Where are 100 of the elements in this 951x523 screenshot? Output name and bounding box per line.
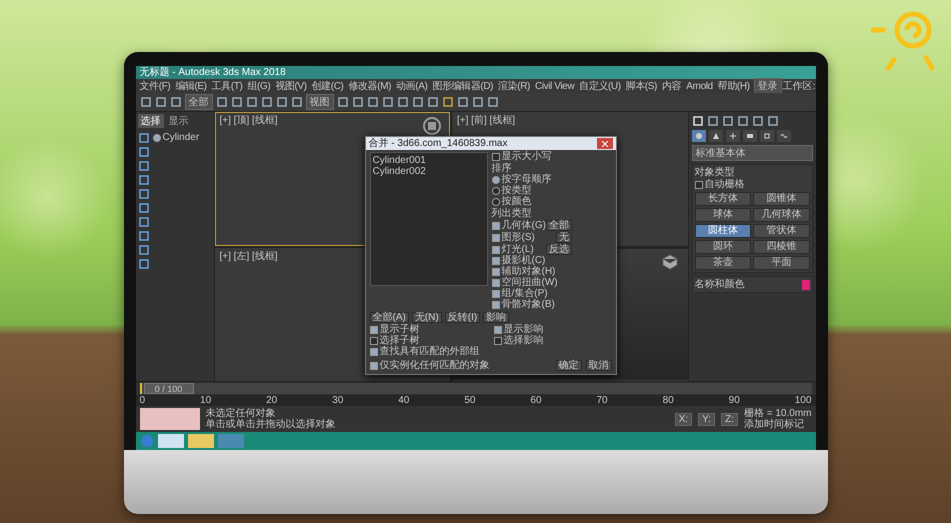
filter-icon[interactable]	[138, 230, 150, 242]
sort-radio[interactable]: 按颜色	[492, 197, 572, 207]
checkbox-icon[interactable]	[370, 348, 378, 356]
checkbox-icon[interactable]	[494, 337, 502, 345]
checkbox-icon[interactable]	[494, 326, 502, 334]
type-checkbox[interactable]: 组/集合(P)	[492, 289, 548, 299]
list-button[interactable]: 全部(A)	[370, 312, 409, 323]
tool-icon[interactable]	[412, 96, 424, 108]
checkbox-icon[interactable]	[492, 290, 500, 298]
filter-icon[interactable]	[138, 188, 150, 200]
type-checkbox[interactable]: 骨骼对象(B)	[492, 300, 555, 310]
tool-icon[interactable]	[486, 96, 498, 108]
option-checkbox[interactable]: 显示影响	[494, 325, 612, 335]
menu-item[interactable]: 创建(C)	[310, 79, 346, 93]
radio-icon[interactable]	[492, 187, 500, 195]
autogrid-checkbox[interactable]: 自动栅格	[694, 180, 810, 190]
primitive-button[interactable]: 几何球体	[753, 208, 810, 222]
tool-icon[interactable]	[706, 115, 718, 127]
checkbox-icon[interactable]	[370, 326, 378, 334]
primitive-button[interactable]: 管状体	[753, 224, 810, 238]
menu-item[interactable]: 内容	[660, 79, 684, 93]
checkbox-icon[interactable]	[492, 279, 500, 287]
primitive-button[interactable]: 长方体	[694, 192, 751, 206]
list-button[interactable]: 影响	[483, 312, 510, 323]
sort-radio[interactable]: 按字母顺序	[492, 175, 572, 185]
tool-icon[interactable]	[426, 96, 438, 108]
type-checkbox[interactable]: 摄影机(C)	[492, 256, 546, 266]
radio-icon[interactable]	[492, 176, 500, 184]
tool-icon[interactable]	[722, 115, 734, 127]
tool-icon[interactable]	[396, 96, 408, 108]
type-checkbox[interactable]: 几何体(G)	[492, 220, 546, 230]
filter-icon[interactable]	[138, 258, 150, 270]
filter-icon[interactable]	[138, 216, 150, 228]
viewport-label[interactable]: [+] [前] [线框]	[457, 115, 516, 126]
checkbox-icon[interactable]	[370, 337, 378, 345]
tool-icon[interactable]	[752, 115, 764, 127]
checkbox-icon[interactable]	[492, 268, 500, 276]
type-checkbox[interactable]: 图形(S)	[492, 232, 535, 242]
list-button[interactable]: 反转(I)	[444, 312, 480, 323]
checkbox-icon[interactable]	[492, 246, 500, 254]
cancel-button[interactable]: 取消	[586, 360, 612, 371]
menu-item[interactable]: 帮助(H)	[716, 79, 752, 93]
tree-item[interactable]: Cylinder	[162, 132, 200, 143]
tool-icon[interactable]	[382, 96, 394, 108]
option-checkbox[interactable]: 选择影响	[494, 336, 612, 346]
menu-item[interactable]: Arnold	[684, 80, 715, 92]
menu-item[interactable]: 工具(T)	[210, 79, 244, 93]
coordinate-field[interactable]: Y:	[698, 412, 716, 426]
selection-filter-dropdown[interactable]: 全部	[184, 94, 212, 110]
tool-icon[interactable]	[336, 96, 348, 108]
primitive-button[interactable]: 圆锥体	[753, 192, 810, 206]
start-button-icon[interactable]	[140, 434, 154, 448]
user-dropdown[interactable]: 登录	[754, 78, 782, 94]
checkbox-icon[interactable]	[492, 257, 500, 265]
checkbox-icon[interactable]	[492, 234, 500, 242]
tool-icon[interactable]	[472, 96, 484, 108]
list-button[interactable]: 无(N)	[412, 312, 442, 323]
sort-radio[interactable]: 按类型	[492, 186, 572, 196]
checkbox-icon[interactable]	[370, 362, 378, 370]
time-tag-button[interactable]: 添加时间标记	[744, 419, 812, 430]
menu-item[interactable]: 编辑(E)	[173, 79, 209, 93]
category-dropdown[interactable]: 标准基本体	[692, 145, 812, 161]
primitive-button[interactable]: 四棱锥	[753, 240, 810, 254]
checkbox-icon[interactable]	[492, 222, 500, 230]
menu-item[interactable]: 修改器(M)	[346, 79, 394, 93]
menu-item[interactable]: 渲染(R)	[496, 79, 532, 93]
radio-icon[interactable]	[492, 198, 500, 206]
menu-item[interactable]: Civil View	[533, 80, 576, 92]
ok-button[interactable]: 确定	[556, 360, 582, 371]
filter-icon[interactable]	[138, 202, 150, 214]
menu-item[interactable]: 动画(A)	[394, 79, 430, 93]
type-checkbox[interactable]: 空间扭曲(W)	[492, 278, 558, 288]
type-checkbox[interactable]: 灯光(L)	[492, 244, 534, 254]
menu-item[interactable]: 脚本(S)	[624, 79, 659, 93]
tool-icon[interactable]	[736, 115, 748, 127]
primitive-button[interactable]: 球体	[694, 208, 751, 222]
viewport-label[interactable]: [+] [顶] [线框]	[220, 115, 278, 126]
tool-icon[interactable]	[766, 115, 778, 127]
tool-icon[interactable]	[216, 96, 228, 108]
type-button[interactable]: 全部	[546, 220, 572, 231]
tool-icon[interactable]	[366, 96, 378, 108]
explorer-tab[interactable]: 显示	[166, 114, 192, 128]
tool-icon[interactable]	[456, 96, 468, 108]
primitive-button[interactable]: 圆环	[694, 240, 751, 254]
filter-icon[interactable]	[138, 174, 150, 186]
sphere-tab-icon[interactable]	[692, 130, 706, 142]
tool-icon[interactable]	[442, 96, 454, 108]
primitive-button[interactable]: 茶壶	[694, 256, 751, 270]
coordinate-field[interactable]: X:	[674, 412, 692, 426]
coordinate-dropdown[interactable]: 视图	[306, 94, 334, 110]
viewport-label[interactable]: [+] [左] [线框]	[220, 250, 278, 262]
menu-item[interactable]: 文件(F)	[138, 79, 172, 93]
primitive-button[interactable]: 平面	[753, 256, 810, 270]
filter-icon[interactable]	[138, 132, 150, 144]
primitive-button[interactable]: 圆柱体	[694, 224, 751, 238]
case-checkbox[interactable]: 显示大小写	[492, 152, 572, 162]
close-button[interactable]	[596, 138, 612, 149]
shape-tab-icon[interactable]	[708, 130, 722, 142]
type-checkbox[interactable]: 辅助对象(H)	[492, 267, 556, 277]
filter-icon[interactable]	[138, 160, 150, 172]
